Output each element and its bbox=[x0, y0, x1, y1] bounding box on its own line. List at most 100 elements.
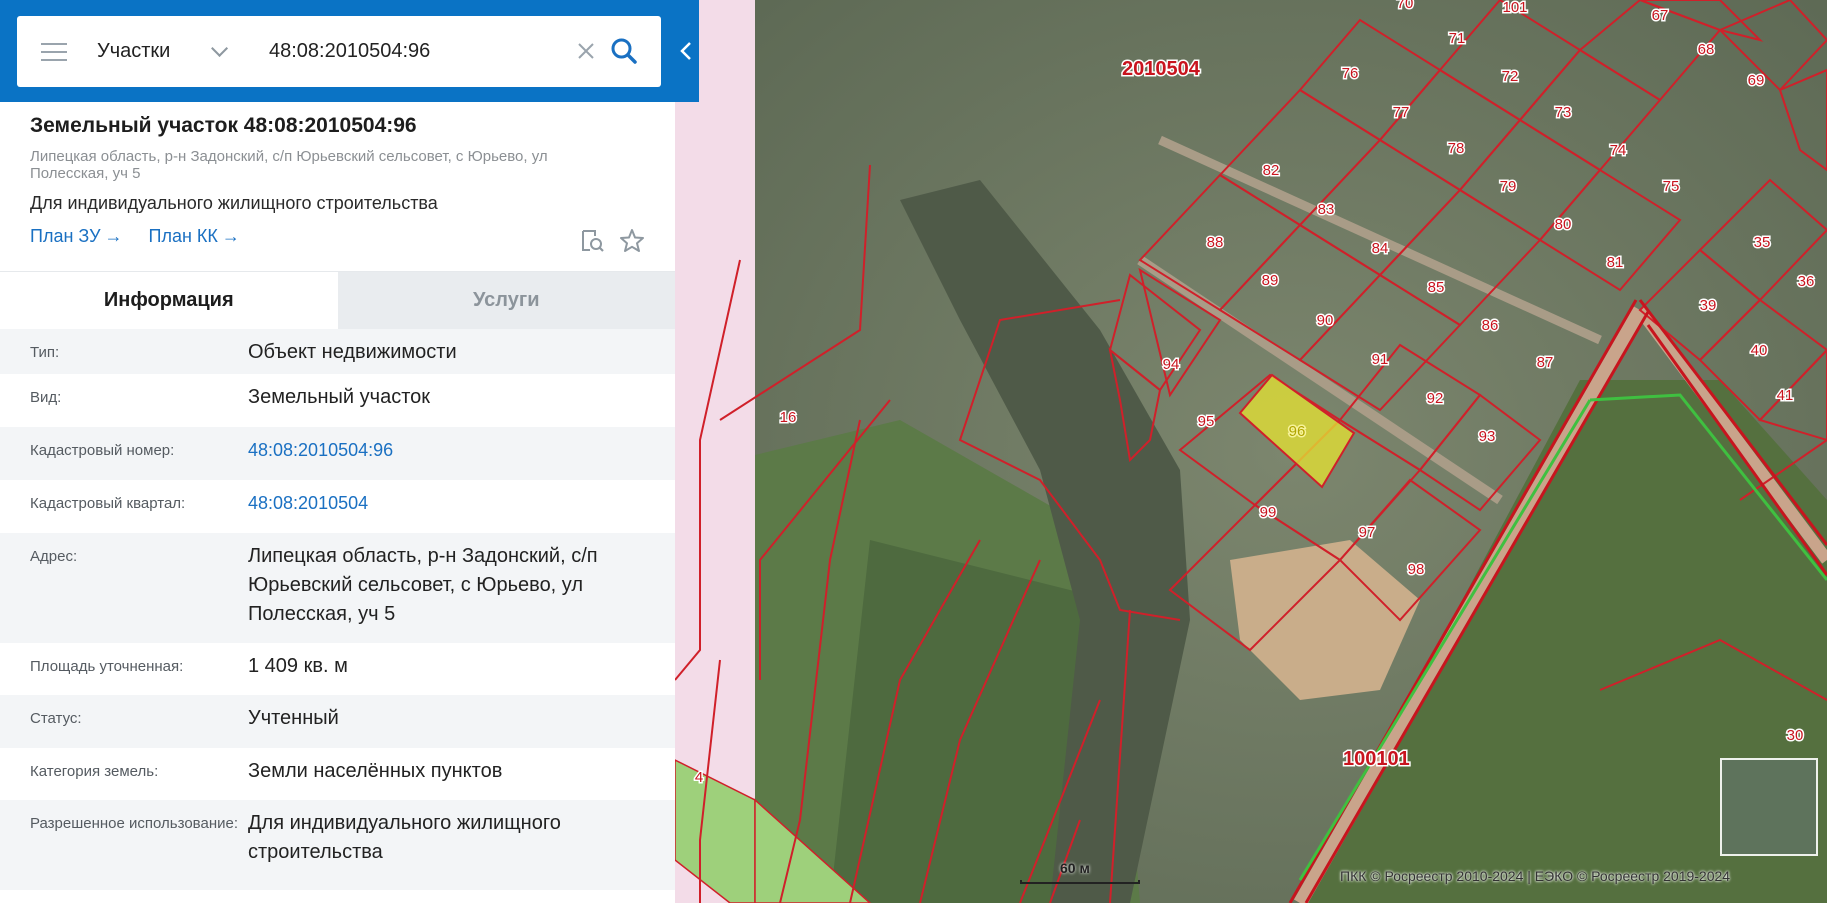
info-row-status: Статус: Учтенный bbox=[0, 695, 675, 748]
info-value: Объект недвижимости bbox=[248, 341, 457, 363]
parcel-label: 69 bbox=[1748, 72, 1765, 89]
info-value: Учтенный bbox=[248, 707, 339, 729]
scale-label: 60 м bbox=[1060, 860, 1090, 876]
parcel-label: 41 bbox=[1777, 387, 1794, 404]
parcel-label: 77 bbox=[1393, 104, 1410, 121]
parcel-label: 72 bbox=[1502, 68, 1519, 85]
info-value: 1 409 кв. м bbox=[248, 655, 348, 677]
document-search-icon[interactable] bbox=[579, 228, 605, 254]
parcel-label: 82 bbox=[1263, 162, 1280, 179]
parcel-label: 89 bbox=[1262, 272, 1279, 289]
quarter-label: 2010504 bbox=[1122, 58, 1201, 80]
search-box: Участки bbox=[17, 16, 661, 87]
info-label: Вид: bbox=[30, 389, 62, 406]
parcel-label: 35 bbox=[1754, 234, 1771, 251]
parcel-label: 90 bbox=[1317, 312, 1334, 329]
info-label: Кадастровый квартал: bbox=[30, 495, 186, 512]
arrow-right-icon: → bbox=[221, 226, 240, 246]
parcel-label-selected: 96 bbox=[1289, 423, 1306, 440]
parcel-label: 99 bbox=[1260, 504, 1277, 521]
parcel-label: 71 bbox=[1449, 30, 1466, 47]
info-label: Кадастровый номер: bbox=[30, 442, 175, 459]
search-header: Участки bbox=[0, 0, 699, 102]
parcel-label: 87 bbox=[1537, 354, 1554, 371]
parcel-purpose: Для индивидуального жилищного строительс… bbox=[30, 193, 438, 213]
info-row-land-category: Категория земель: Земли населённых пункт… bbox=[0, 748, 675, 800]
parcel-label: 78 bbox=[1448, 140, 1465, 157]
arrow-right-icon: → bbox=[104, 226, 123, 246]
parcel-label: 101 bbox=[1502, 0, 1527, 16]
parcel-label: 94 bbox=[1163, 356, 1180, 373]
parcel-address: Липецкая область, р-н Задонский, с/п Юрь… bbox=[30, 148, 548, 182]
info-label: Категория земель: bbox=[30, 763, 159, 780]
info-row-cadastral-number: Кадастровый номер: 48:08:2010504:96 bbox=[0, 427, 675, 480]
cadastral-quarter-link[interactable]: 48:08:2010504 bbox=[248, 489, 648, 518]
info-panel: Участки Земельный участок 48:08:2010504:… bbox=[0, 0, 699, 903]
parcel-label: 70 bbox=[1397, 0, 1414, 12]
parcel-label: 73 bbox=[1555, 104, 1572, 121]
parcel-label: 84 bbox=[1372, 240, 1389, 257]
plan-kk-label: План КК bbox=[148, 226, 218, 246]
info-label: Разрешенное использование: bbox=[30, 815, 238, 832]
tab-information[interactable]: Информация bbox=[0, 272, 338, 329]
info-value: Земли населённых пунктов bbox=[248, 760, 503, 782]
parcel-label: 93 bbox=[1479, 428, 1496, 445]
parcel-label: 86 bbox=[1482, 317, 1499, 334]
search-icon[interactable] bbox=[609, 36, 639, 66]
plan-zu-link[interactable]: План ЗУ → bbox=[30, 226, 123, 247]
close-icon[interactable] bbox=[575, 40, 597, 62]
parcel-label: 74 bbox=[1610, 142, 1627, 159]
parcel-label: 36 bbox=[1798, 273, 1815, 290]
parcel-label: 97 bbox=[1359, 524, 1376, 541]
parcel-label: 98 bbox=[1408, 561, 1425, 578]
map-attribution: ПКК © Росреестр 2010-2024 | ЕЭКО © Росре… bbox=[1340, 868, 1731, 884]
parcel-label: 95 bbox=[1198, 413, 1215, 430]
info-label: Тип: bbox=[30, 344, 60, 361]
parcel-label: 30 bbox=[1787, 727, 1804, 744]
info-value: Липецкая область, р-н Задонский, с/п Юрь… bbox=[248, 545, 598, 625]
parcel-label: 67 bbox=[1652, 7, 1669, 24]
info-label: Адрес: bbox=[30, 548, 78, 565]
parcel-label: 83 bbox=[1318, 201, 1335, 218]
menu-icon[interactable] bbox=[41, 42, 67, 61]
minimap-toggle[interactable] bbox=[1720, 758, 1818, 856]
parcel-label: 81 bbox=[1607, 254, 1624, 271]
plan-kk-link[interactable]: План КК → bbox=[149, 226, 240, 247]
parcel-label: 4 bbox=[695, 769, 703, 786]
parcel-label: 39 bbox=[1700, 297, 1717, 314]
plan-zu-label: План ЗУ bbox=[30, 226, 101, 246]
info-label: Статус: bbox=[30, 710, 82, 727]
info-row-address: Адрес: Липецкая область, р-н Задонский, … bbox=[0, 533, 675, 643]
info-label: Площадь уточненная: bbox=[30, 658, 184, 675]
info-table: Тип: Объект недвижимости Вид: Земельный … bbox=[0, 329, 675, 890]
panel-tabs: Информация Услуги bbox=[0, 271, 675, 329]
star-icon[interactable] bbox=[619, 228, 645, 254]
search-input[interactable] bbox=[269, 40, 569, 63]
info-value: Для индивидуального жилищного строительс… bbox=[248, 812, 561, 863]
chevron-down-icon bbox=[211, 39, 229, 57]
quarter-label: 100101 bbox=[1343, 748, 1410, 770]
parcel-title: Земельный участок 48:08:2010504:96 bbox=[30, 114, 417, 137]
parcel-label: 16 bbox=[780, 409, 797, 426]
search-type-label: Участки bbox=[97, 40, 171, 62]
cadastral-number-link[interactable]: 48:08:2010504:96 bbox=[248, 436, 648, 465]
parcel-label: 68 bbox=[1698, 41, 1715, 58]
parcel-label: 76 bbox=[1342, 65, 1359, 82]
info-row-type: Тип: Объект недвижимости bbox=[0, 329, 675, 374]
parcel-label: 91 bbox=[1372, 351, 1389, 368]
info-row-permitted-use: Разрешенное использование: Для индивидуа… bbox=[0, 800, 675, 890]
info-value: Земельный участок bbox=[248, 386, 431, 408]
scale-bar bbox=[1020, 880, 1140, 884]
info-row-cadastral-quarter: Кадастровый квартал: 48:08:2010504 bbox=[0, 480, 675, 533]
parcel-label: 75 bbox=[1663, 178, 1680, 195]
collapse-panel-icon[interactable] bbox=[677, 40, 695, 62]
search-type-select[interactable]: Участки bbox=[97, 39, 257, 63]
parcel-label: 92 bbox=[1427, 390, 1444, 407]
parcel-label: 80 bbox=[1555, 216, 1572, 233]
parcel-label: 40 bbox=[1751, 342, 1768, 359]
info-row-area: Площадь уточненная: 1 409 кв. м bbox=[0, 643, 675, 695]
parcel-label: 88 bbox=[1207, 234, 1224, 251]
parcel-label: 79 bbox=[1500, 178, 1517, 195]
tab-services[interactable]: Услуги bbox=[337, 272, 675, 329]
parcel-label: 85 bbox=[1428, 279, 1445, 296]
